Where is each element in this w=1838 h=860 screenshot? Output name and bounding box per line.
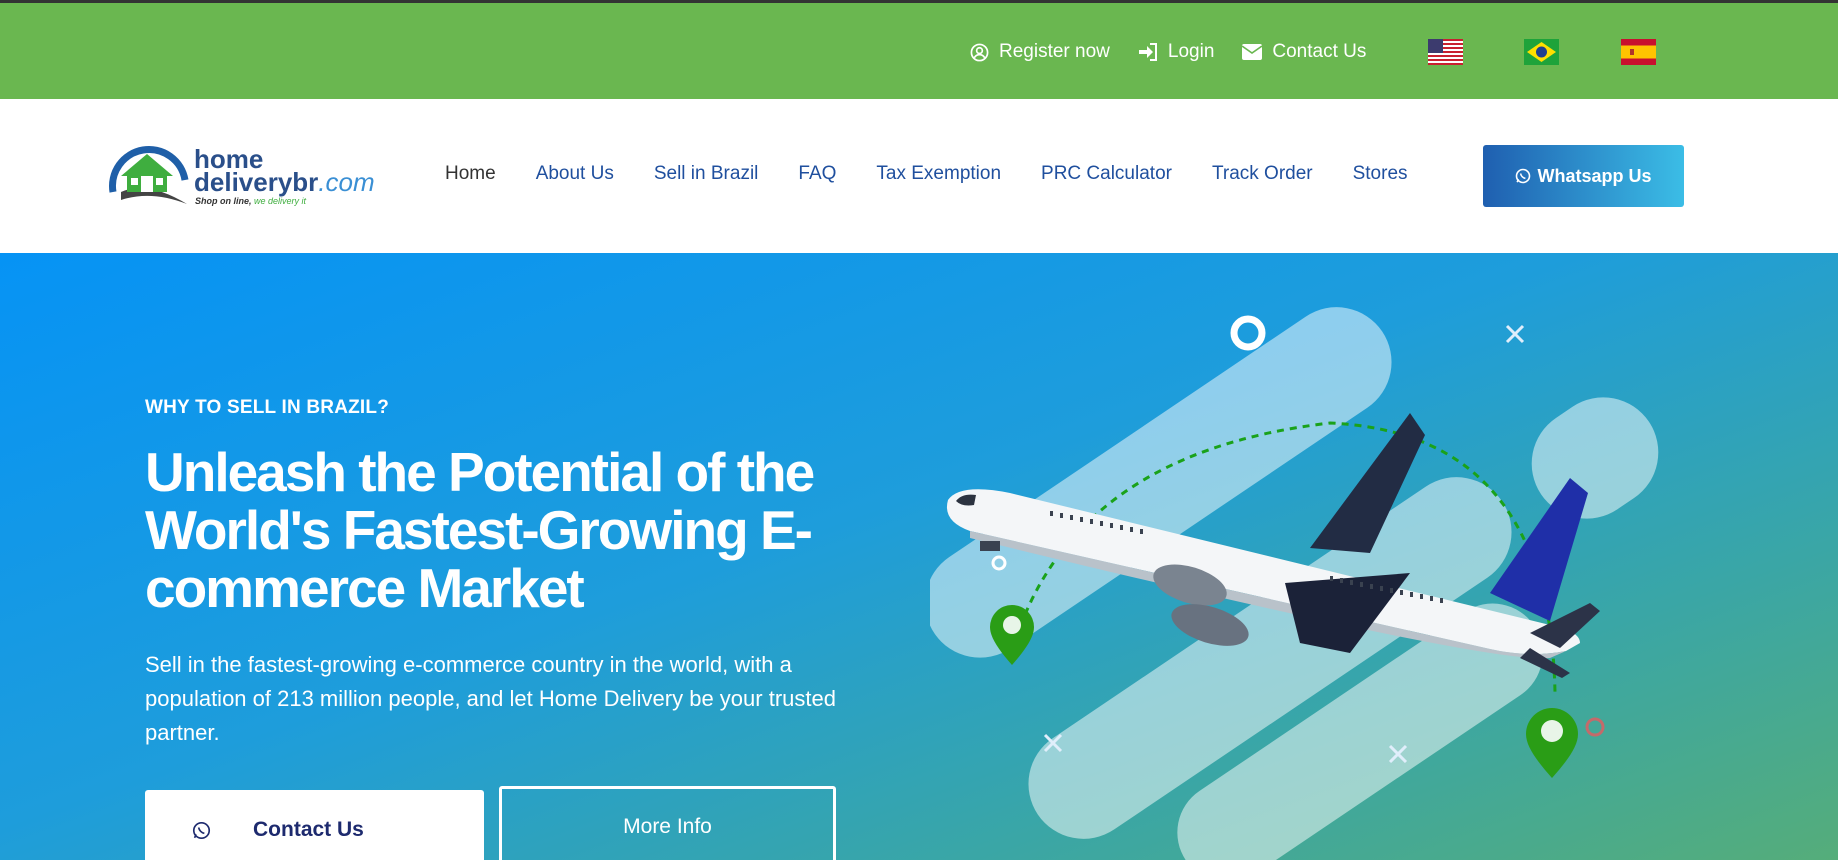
nav-item-track-order[interactable]: Track Order bbox=[1212, 163, 1313, 185]
house-logo-icon bbox=[109, 146, 189, 204]
login-label: Login bbox=[1167, 41, 1215, 62]
whatsapp-icon bbox=[1516, 168, 1531, 184]
nav-item-home[interactable]: Home bbox=[445, 163, 496, 185]
whatsapp-icon bbox=[192, 821, 211, 839]
logo[interactable]: home deliverybr.com Shop on line, we del… bbox=[107, 140, 375, 210]
airplane-illustration bbox=[930, 307, 1659, 860]
logo-tagline: Shop on line, we delivery it bbox=[195, 196, 306, 206]
logo-text-tld: .com bbox=[318, 167, 375, 197]
register-link[interactable]: Register now bbox=[970, 41, 1110, 63]
nav-item-sell-in-brazil[interactable]: Sell in Brazil bbox=[654, 163, 759, 185]
whatsapp-button[interactable]: Whatsapp Us bbox=[1483, 145, 1684, 207]
sign-in-icon bbox=[1138, 43, 1157, 61]
more-info-label: More Info bbox=[623, 815, 712, 838]
top-bar: Register now Login Contact Us bbox=[0, 0, 1838, 99]
dot-decoration bbox=[1585, 717, 1605, 737]
logo-tagline-b: we delivery it bbox=[254, 196, 307, 206]
map-pin-icon bbox=[990, 605, 1034, 665]
logo-text-domain: deliverybr.com bbox=[194, 167, 375, 197]
us-flag-icon[interactable] bbox=[1428, 39, 1463, 65]
hero-section: WHY TO SELL IN BRAZIL? Unleash the Poten… bbox=[0, 253, 1838, 860]
brazil-flag-icon[interactable] bbox=[1524, 39, 1559, 65]
nav-item-faq[interactable]: FAQ bbox=[798, 163, 836, 185]
envelope-icon bbox=[1242, 44, 1263, 60]
contact-label: Contact Us bbox=[1272, 41, 1367, 62]
contact-link[interactable]: Contact Us bbox=[1242, 41, 1366, 63]
login-link[interactable]: Login bbox=[1138, 41, 1215, 63]
register-label: Register now bbox=[999, 41, 1110, 62]
hero-headline: Unleash the Potential of the World's Fas… bbox=[145, 441, 815, 619]
logo-tagline-a: Shop on line, bbox=[195, 196, 254, 206]
main-nav: Home About Us Sell in Brazil FAQ Tax Exe… bbox=[445, 163, 1448, 185]
main-header: home deliverybr.com Shop on line, we del… bbox=[0, 99, 1838, 253]
logo-text-brand: deliverybr bbox=[194, 167, 319, 197]
ring-decoration bbox=[1230, 315, 1266, 351]
spain-flag-icon[interactable] bbox=[1621, 39, 1656, 65]
contact-us-label: Contact Us bbox=[253, 818, 364, 841]
nav-item-about-us[interactable]: About Us bbox=[536, 163, 614, 185]
user-circle-icon bbox=[970, 43, 989, 61]
nav-item-prc-calculator[interactable]: PRC Calculator bbox=[1041, 163, 1172, 185]
top-links: Register now Login Contact Us bbox=[970, 41, 1394, 63]
whatsapp-label: Whatsapp Us bbox=[1537, 165, 1652, 186]
more-info-button[interactable]: More Info bbox=[499, 786, 836, 860]
nav-item-tax-exemption[interactable]: Tax Exemption bbox=[876, 163, 1001, 185]
map-pin-icon bbox=[1526, 708, 1578, 778]
hero-eyebrow: WHY TO SELL IN BRAZIL? bbox=[145, 397, 390, 418]
contact-us-button[interactable]: Contact Us bbox=[145, 790, 484, 860]
nav-item-stores[interactable]: Stores bbox=[1353, 163, 1408, 185]
hero-subtext: Sell in the fastest-growing e-commerce c… bbox=[145, 652, 836, 745]
